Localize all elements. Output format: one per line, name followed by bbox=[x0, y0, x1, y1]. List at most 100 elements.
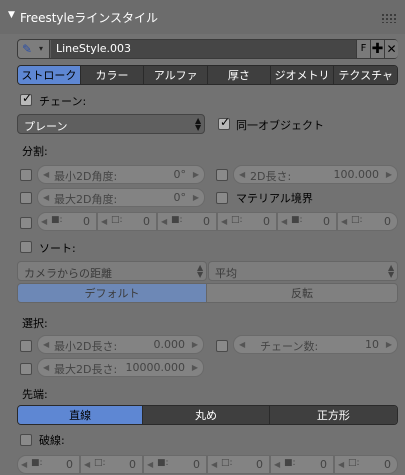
sort-function-value: 平均 bbox=[215, 267, 237, 280]
caps-round[interactable]: 丸め bbox=[143, 406, 270, 424]
max2d-angle-checkbox[interactable] bbox=[20, 192, 32, 204]
chain-count-checkbox[interactable] bbox=[216, 340, 228, 352]
chain-mode-select[interactable]: プレーン ▲ ▼ bbox=[17, 114, 205, 134]
close-icon: ✕ bbox=[386, 42, 397, 56]
dash-key: ■: bbox=[51, 215, 63, 225]
gap-value: 0 bbox=[384, 215, 391, 228]
gap-value: 0 bbox=[256, 458, 263, 471]
sort-key-select[interactable]: カメラからの距離 ▲ ▼ bbox=[17, 261, 207, 281]
updown-arrows-icon: ▲ ▼ bbox=[388, 263, 395, 279]
split-dash1-field[interactable]: ◀ ■: 0 bbox=[37, 212, 97, 231]
sort-order-reverse[interactable]: 反転 bbox=[207, 284, 397, 302]
caps-toggle: 直線 丸め 正方形 bbox=[17, 405, 398, 425]
chevron-right-icon: ▶ bbox=[191, 340, 198, 349]
min2d-angle-checkbox[interactable] bbox=[20, 169, 32, 181]
chain-label: チェーン: bbox=[39, 95, 87, 108]
gap-value: 0 bbox=[143, 215, 150, 228]
chain-count-field[interactable]: ◀ チェーン数: 10 ▶ bbox=[233, 335, 398, 354]
fake-user-button[interactable]: F bbox=[356, 40, 370, 58]
caps-square[interactable]: 正方形 bbox=[269, 406, 397, 424]
sort-function-select[interactable]: 平均 ▲ ▼ bbox=[208, 261, 398, 281]
chevron-left-icon: ◀ bbox=[211, 460, 218, 469]
dash-key: ■: bbox=[171, 215, 183, 225]
length2d-label: 2D長さ: bbox=[250, 170, 292, 183]
split-gap3-field[interactable]: ◀ □: 0 bbox=[337, 212, 398, 231]
same-object-checkbox[interactable]: ✓ bbox=[218, 115, 231, 130]
split-gap1-field[interactable]: ◀ □: 0 bbox=[97, 212, 157, 231]
min2d-angle-field[interactable]: ◀ 最小2D角度: 0° ▶ bbox=[37, 165, 205, 184]
chevron-left-icon: ◀ bbox=[281, 217, 288, 226]
dash-key: ■: bbox=[157, 458, 169, 468]
gap-key: □: bbox=[221, 458, 233, 468]
dash-key: ■: bbox=[291, 215, 303, 225]
sort-order-default[interactable]: デフォルト bbox=[18, 284, 207, 302]
linestyle-name: LineStyle.003 bbox=[56, 42, 132, 55]
length2d-field[interactable]: ◀ 2D長さ: 100.000 ▶ bbox=[233, 165, 398, 184]
split-dash2-field[interactable]: ◀ ■: 0 bbox=[157, 212, 217, 231]
split-dash3-field[interactable]: ◀ ■: 0 bbox=[277, 212, 337, 231]
chevron-left-icon: ◀ bbox=[274, 460, 281, 469]
dash-value: 0 bbox=[320, 458, 327, 471]
panel-header[interactable]: ▼ Freestyleラインスタイル bbox=[0, 0, 405, 34]
max2d-angle-field[interactable]: ◀ 最大2D角度: 0° ▶ bbox=[37, 188, 205, 207]
chevron-left-icon: ◀ bbox=[84, 460, 91, 469]
tab-stroke[interactable]: ストローク bbox=[18, 66, 81, 84]
select-heading: 選択: bbox=[22, 317, 48, 330]
min2d-length-label: 最小2D長さ: bbox=[54, 340, 118, 353]
dashed-gap2-field[interactable]: ◀ □: 0 bbox=[207, 455, 270, 474]
dashed-label: 破線: bbox=[39, 434, 65, 447]
split-pattern-checkbox[interactable] bbox=[20, 217, 32, 229]
linestyle-selector: ✎ ▾ LineStyle.003 F ✚ ✕ bbox=[17, 39, 398, 59]
dashed-dash3-field[interactable]: ◀ ■: 0 bbox=[270, 455, 334, 474]
split-gap2-field[interactable]: ◀ □: 0 bbox=[217, 212, 277, 231]
dashed-gap1-field[interactable]: ◀ □: 0 bbox=[80, 455, 143, 474]
tab-thickness[interactable]: 厚さ bbox=[208, 66, 271, 84]
add-linestyle-button[interactable]: ✚ bbox=[370, 40, 384, 58]
material-boundary-checkbox[interactable] bbox=[216, 192, 228, 204]
gap-key: □: bbox=[94, 458, 106, 468]
max2d-length-field[interactable]: ◀ 最大2D長さ: 10000.000 ▶ bbox=[37, 358, 204, 377]
min2d-length-checkbox[interactable] bbox=[20, 340, 32, 352]
chevron-right-icon: ▶ bbox=[385, 170, 392, 179]
split-heading: 分割: bbox=[22, 145, 48, 158]
dash-value: 0 bbox=[323, 215, 330, 228]
tab-texture[interactable]: テクスチャ bbox=[334, 66, 397, 84]
unlink-linestyle-button[interactable]: ✕ bbox=[384, 40, 398, 58]
max2d-length-checkbox[interactable] bbox=[20, 363, 32, 375]
chevron-left-icon: ◀ bbox=[43, 193, 50, 202]
length2d-checkbox[interactable] bbox=[216, 169, 228, 181]
updown-arrows-icon: ▲ ▼ bbox=[195, 116, 202, 132]
min2d-length-field[interactable]: ◀ 最小2D長さ: 0.000 ▶ bbox=[37, 335, 204, 354]
chevron-left-icon: ◀ bbox=[41, 217, 48, 226]
caps-heading: 先端: bbox=[22, 388, 48, 401]
drag-handle-icon[interactable] bbox=[381, 13, 397, 23]
dashed-gap3-field[interactable]: ◀ □: 0 bbox=[334, 455, 398, 474]
linestyle-name-field[interactable]: LineStyle.003 bbox=[51, 40, 356, 58]
sort-label: ソート: bbox=[39, 242, 76, 255]
sort-checkbox[interactable] bbox=[20, 241, 32, 253]
collapse-arrow-icon[interactable]: ▼ bbox=[8, 10, 15, 20]
dashed-pattern-row: ◀ ■: 0 ◀ □: 0 ◀ ■: 0 ◀ □: 0 ◀ ■: 0 ◀ □: 0 bbox=[17, 455, 398, 475]
min2d-length-value: 0.000 bbox=[153, 338, 186, 351]
max2d-length-value: 10000.000 bbox=[125, 361, 186, 374]
dashed-dash1-field[interactable]: ◀ ■: 0 bbox=[17, 455, 80, 474]
chain-checkbox[interactable]: ✓ bbox=[20, 91, 32, 106]
gap-value: 0 bbox=[129, 458, 136, 471]
max2d-angle-value: 0° bbox=[173, 191, 187, 204]
tab-geometry[interactable]: ジオメトリ bbox=[270, 66, 335, 84]
chevron-right-icon: ▶ bbox=[192, 170, 199, 179]
chain-mode-value: プレーン bbox=[24, 120, 68, 133]
linestyle-browse-button[interactable]: ✎ ▾ bbox=[18, 40, 50, 58]
chevron-left-icon: ◀ bbox=[43, 340, 50, 349]
tab-alpha[interactable]: アルファ bbox=[144, 66, 209, 84]
dashed-checkbox[interactable] bbox=[20, 434, 32, 446]
checkmark-icon: ✓ bbox=[220, 115, 231, 129]
caps-butt[interactable]: 直線 bbox=[18, 406, 144, 424]
updown-arrows-icon: ▲ ▼ bbox=[197, 263, 204, 279]
chevron-left-icon: ◀ bbox=[338, 460, 345, 469]
brush-icon: ✎ bbox=[22, 42, 33, 56]
chevron-right-icon: ▶ bbox=[191, 363, 198, 372]
max2d-length-label: 最大2D長さ: bbox=[54, 363, 118, 376]
dashed-dash2-field[interactable]: ◀ ■: 0 bbox=[143, 455, 207, 474]
tab-color[interactable]: カラー bbox=[80, 66, 145, 84]
